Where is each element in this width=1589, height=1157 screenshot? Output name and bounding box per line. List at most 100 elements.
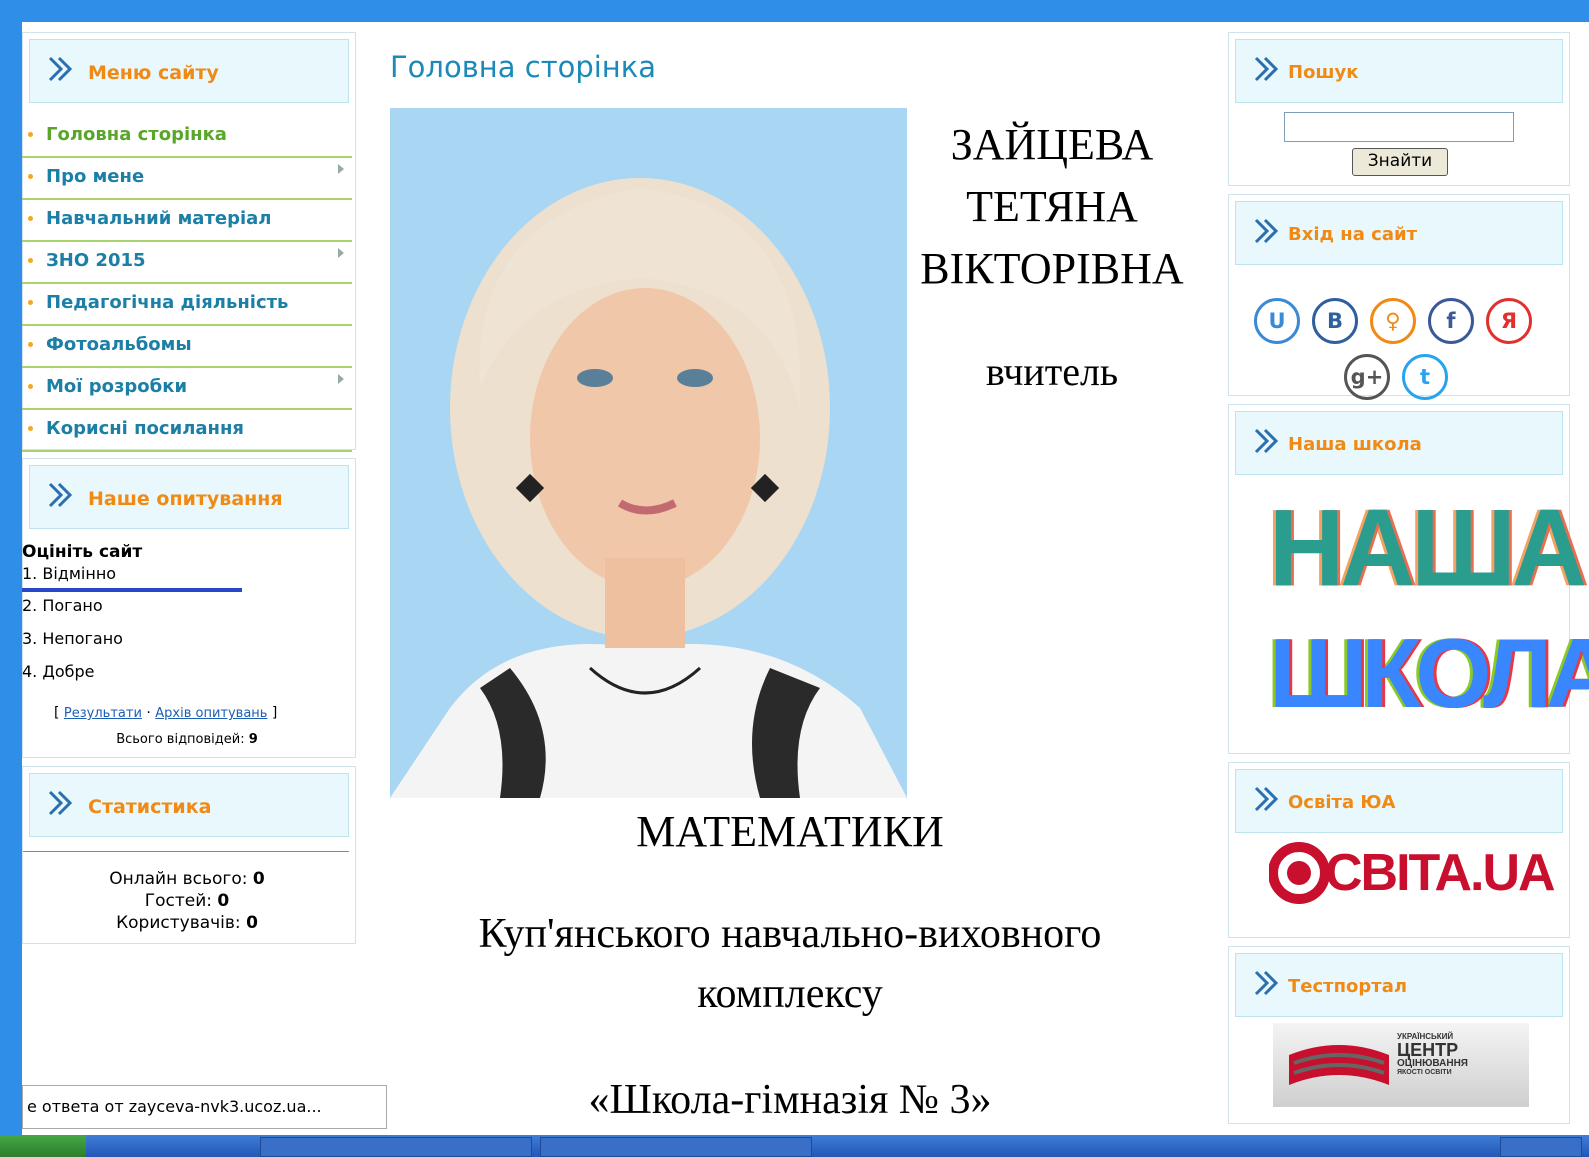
- block-header: Статистика: [29, 773, 349, 837]
- stats-title: Статистика: [88, 796, 212, 818]
- stats-online: Онлайн всього: 0: [22, 868, 352, 890]
- stats-guests-value: 0: [217, 891, 230, 911]
- poll-total: Всього відповідей: 9: [22, 732, 352, 747]
- page-title: Головна сторінка: [390, 50, 657, 84]
- osvita-logo[interactable]: CBITA.UA: [1269, 841, 1556, 911]
- testportal-text: УКРАЇНСЬКИЙ ЦЕНТР ОЦІНЮВАННЯ ЯКОСТІ ОСВІ…: [1397, 1033, 1468, 1077]
- stats-users-value: 0: [246, 913, 258, 933]
- menu-item-label: ЗНО 2015: [46, 250, 146, 271]
- logo-line-2: ШКОЛА: [1269, 618, 1589, 728]
- menu-item-label: Навчальний матеріал: [46, 208, 272, 229]
- portrait-illustration: [390, 108, 907, 798]
- divider: [23, 851, 349, 852]
- poll-total-label: Всього відповідей:: [116, 732, 245, 747]
- block-header: Наша школа: [1235, 411, 1563, 475]
- menu-item[interactable]: Навчальний матеріал: [22, 200, 352, 242]
- bullet-icon: [28, 174, 33, 179]
- stats-online-value: 0: [252, 869, 265, 889]
- double-chevron-icon: [1254, 428, 1279, 454]
- start-button[interactable]: [0, 1135, 86, 1157]
- patronymic: ВІКТОРІВНА: [920, 244, 1184, 293]
- search-title: Пошук: [1288, 62, 1359, 83]
- logo-sub1: ОЦІНЮВАННЯ: [1397, 1058, 1468, 1069]
- double-chevron-icon: [48, 482, 73, 508]
- double-chevron-icon: [1254, 218, 1279, 244]
- osvita-logo-text: CBITA.UA: [1325, 844, 1556, 902]
- odnoklassniki-icon[interactable]: ♀: [1370, 298, 1416, 344]
- login-block: Вхід на сайт: [1228, 194, 1570, 396]
- poll-links: [ Результати · Архів опитувань ]: [54, 705, 278, 721]
- our-school-block: Наша школа НАША ШКОЛА: [1228, 404, 1589, 754]
- taskbar-item[interactable]: [260, 1137, 532, 1157]
- bullet-icon: [28, 258, 33, 263]
- our-school-logo[interactable]: НАША ШКОЛА: [1269, 487, 1589, 743]
- menu-item[interactable]: Корисні посилання: [22, 410, 352, 452]
- page: Меню сайту Головна сторінка Про мене Навча…: [22, 22, 1589, 1135]
- yandex-icon[interactable]: Я: [1486, 298, 1532, 344]
- bullet-icon: [28, 132, 33, 137]
- facebook-icon[interactable]: f: [1428, 298, 1474, 344]
- bullet-icon: [28, 342, 33, 347]
- menu-item[interactable]: Про мене: [22, 158, 352, 200]
- menu-item-label: Педагогічна діяльність: [46, 292, 289, 313]
- block-header: Тестпортал: [1235, 953, 1563, 1017]
- menu-item[interactable]: Головна сторінка: [22, 116, 352, 158]
- bullet-icon: [28, 426, 33, 431]
- our-school-title: Наша школа: [1288, 434, 1422, 455]
- poll-option[interactable]: 3. Непогано: [22, 629, 123, 648]
- osvita-block: Освіта ЮА CBITA.UA: [1228, 762, 1570, 938]
- poll-option[interactable]: 2. Погано: [22, 596, 103, 615]
- stats-users: Користувачів: 0: [22, 912, 352, 934]
- search-input[interactable]: [1284, 112, 1514, 142]
- logo-sub2: ЯКОСТІ ОСВІТИ: [1397, 1069, 1452, 1076]
- menu-item-label: Фотоальбомы: [46, 334, 192, 355]
- menu-item-label: Про мене: [46, 166, 145, 187]
- menu-item[interactable]: Педагогічна діяльність: [22, 284, 352, 326]
- testportal-title: Тестпортал: [1288, 976, 1408, 997]
- submenu-arrow-icon: [338, 164, 344, 174]
- menu-item[interactable]: ЗНО 2015: [22, 242, 352, 284]
- google-plus-icon[interactable]: g+: [1344, 354, 1390, 400]
- submenu-arrow-icon: [338, 248, 344, 258]
- twitter-icon[interactable]: t: [1402, 354, 1448, 400]
- block-header: Пошук: [1235, 39, 1563, 103]
- first-name: ТЕТЯНА: [966, 182, 1138, 231]
- poll-archive-link[interactable]: Архів опитувань: [155, 706, 267, 721]
- menu-item-label: Мої розробки: [46, 376, 188, 397]
- double-chevron-icon: [1254, 970, 1279, 996]
- poll-option[interactable]: 4. Добре: [22, 662, 95, 681]
- poll-total-value: 9: [248, 732, 258, 747]
- search-button[interactable]: Знайти: [1352, 148, 1448, 176]
- teacher-name: ЗАЙЦЕВА ТЕТЯНА ВІКТОРІВНА: [920, 114, 1183, 300]
- stats-guests: Гостей: 0: [22, 890, 352, 912]
- double-chevron-icon: [48, 56, 73, 82]
- double-chevron-icon: [48, 790, 73, 816]
- vk-icon[interactable]: B: [1312, 298, 1358, 344]
- stats-guests-label: Гостей:: [144, 891, 212, 911]
- ucoz-icon[interactable]: U: [1254, 298, 1300, 344]
- school-line-1: Куп'янського навчально-виховного: [478, 911, 1102, 957]
- menu-item[interactable]: Мої розробки: [22, 368, 352, 410]
- system-tray[interactable]: [1500, 1137, 1582, 1157]
- poll-option[interactable]: 1. Відмінно: [22, 564, 116, 583]
- poll-title: Наше опитування: [88, 488, 283, 510]
- block-header: Вхід на сайт: [1235, 201, 1563, 265]
- book-icon: [1289, 1045, 1389, 1085]
- block-header: Наше опитування: [29, 465, 349, 529]
- block-header: Меню сайту: [29, 39, 349, 103]
- login-title: Вхід на сайт: [1288, 224, 1418, 245]
- taskbar-item[interactable]: [540, 1137, 812, 1157]
- menu-item[interactable]: Фотоальбомы: [22, 326, 352, 368]
- surname: ЗАЙЦЕВА: [950, 120, 1154, 169]
- school-name: «Школа-гімназія № 3»: [588, 1077, 992, 1123]
- poll-results-link[interactable]: Результати: [64, 706, 142, 721]
- bullet-icon: [28, 384, 33, 389]
- osvita-title: Освіта ЮА: [1288, 792, 1396, 813]
- teacher-photo: [390, 108, 907, 798]
- testportal-logo[interactable]: УКРАЇНСЬКИЙ ЦЕНТР ОЦІНЮВАННЯ ЯКОСТІ ОСВІ…: [1273, 1023, 1529, 1107]
- menu-title: Меню сайту: [88, 62, 219, 84]
- stats-online-label: Онлайн всього:: [109, 869, 248, 889]
- school-line-2: комплексу: [697, 971, 883, 1017]
- poll-question: Оцініть сайт: [22, 542, 143, 562]
- stats-users-label: Користувачів:: [116, 913, 241, 933]
